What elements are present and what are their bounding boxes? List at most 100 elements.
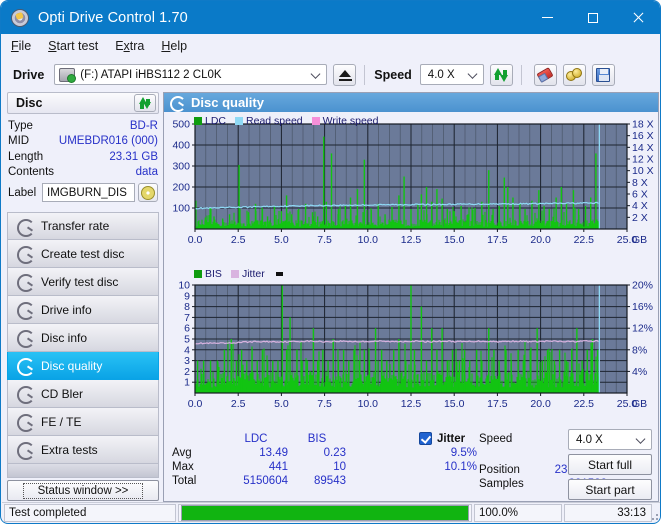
- disc-label-icon-button[interactable]: [138, 183, 158, 202]
- close-button[interactable]: [615, 1, 660, 34]
- status-window-button[interactable]: Status window >>: [7, 480, 159, 501]
- menu-extra-rest: tra: [129, 39, 145, 53]
- disc-info-row-contents: Contents data: [8, 165, 158, 181]
- legend-label-jitter: Jitter: [241, 268, 265, 280]
- svg-text:8 X: 8 X: [632, 177, 648, 189]
- left-panel: Disc Type BD-R MID UMEBDR016 (000) Lengt…: [2, 91, 160, 503]
- stats-avg-ldc: 13.49: [259, 447, 288, 459]
- disc-info-row-mid: MID UMEBDR016 (000): [8, 134, 158, 150]
- svg-text:10.0: 10.0: [358, 234, 379, 246]
- main-panel: Disc quality LDC Read speed Write speed …: [163, 92, 659, 502]
- speed-label: Speed: [374, 67, 412, 82]
- marker-icon: [275, 272, 283, 276]
- svg-text:7.5: 7.5: [317, 234, 332, 246]
- status-window-label: Status window >>: [22, 482, 144, 499]
- opti-drive-control-window: Opti Drive Control 1.70 File Start test …: [0, 0, 661, 524]
- sidebar-item-create-test-disc[interactable]: Create test disc: [7, 240, 159, 268]
- svg-text:20.0: 20.0: [530, 234, 551, 246]
- app-disc-icon: [11, 8, 29, 27]
- svg-text:8: 8: [184, 301, 190, 313]
- svg-text:12 X: 12 X: [632, 154, 654, 166]
- disc-refresh-button[interactable]: [134, 94, 156, 112]
- svg-text:400: 400: [172, 140, 190, 152]
- legend-swatch-jitter: [230, 270, 239, 278]
- legend-entry-bis: BIS: [194, 268, 222, 280]
- bitsetting-button[interactable]: [562, 63, 586, 86]
- disc-test-icon: [16, 218, 35, 237]
- page-title: Disc quality: [191, 95, 264, 110]
- drive-toolbar: Drive (F:) ATAPI iHBS112 2 CL0K Speed 4.…: [2, 58, 660, 91]
- disc-test-icon: [16, 246, 35, 264]
- stats-total-ldc: 5150604: [243, 475, 288, 487]
- refresh-button[interactable]: [489, 63, 513, 86]
- minimize-button[interactable]: [525, 1, 570, 34]
- svg-text:20%: 20%: [632, 280, 653, 292]
- menu-item-file[interactable]: File: [11, 39, 31, 53]
- disc-label-key: Label: [8, 186, 37, 199]
- sidebar-item-fe-te[interactable]: FE / TE: [7, 408, 159, 436]
- floppy-save-icon: [596, 67, 611, 82]
- start-full-button[interactable]: Start full: [568, 454, 652, 475]
- svg-text:1: 1: [184, 377, 190, 389]
- maximize-button[interactable]: [570, 1, 615, 34]
- sidebar-item-cd-bler[interactable]: CD Bler: [7, 380, 159, 408]
- svg-text:4: 4: [184, 344, 190, 356]
- legend-entry-ldc: LDC: [194, 115, 226, 127]
- legend-label-bis: BIS: [205, 268, 222, 280]
- menu-file-rest: ile: [18, 39, 32, 53]
- disc-info-key: MID: [8, 135, 30, 148]
- menu-item-extra[interactable]: Extra: [115, 39, 144, 53]
- menu-item-help[interactable]: Help: [161, 39, 187, 53]
- erase-button[interactable]: [533, 63, 557, 86]
- save-button[interactable]: [591, 63, 615, 86]
- jitter-label: Jitter: [437, 432, 466, 445]
- progress-bar: [181, 504, 469, 521]
- disc-test-icon: [16, 358, 35, 376]
- menu-help-rest: elp: [170, 39, 188, 53]
- disc-label-field[interactable]: IMGBURN_DIS: [42, 183, 135, 202]
- svg-text:15.0: 15.0: [444, 234, 465, 246]
- toolbar-divider-2: [520, 64, 522, 85]
- eject-icon: [338, 70, 351, 77]
- eject-button[interactable]: [333, 63, 357, 86]
- disc-test-icon: [16, 414, 35, 432]
- start-part-button[interactable]: Start part: [568, 479, 652, 500]
- stats-row-total-label: Total: [172, 475, 197, 487]
- disc-info-value: data: [135, 166, 158, 179]
- sidebar-item-extra-tests[interactable]: Extra tests: [7, 436, 159, 464]
- jitter-checkbox[interactable]: [419, 432, 432, 445]
- svg-text:7.5: 7.5: [317, 398, 332, 410]
- ldc-chart-legend: LDC Read speed Write speed: [194, 115, 384, 127]
- disc-info-value: BD-R: [129, 119, 158, 132]
- resize-grip-icon[interactable]: [648, 510, 658, 520]
- sidebar-item-transfer-rate[interactable]: Transfer rate: [7, 212, 159, 240]
- speed-select[interactable]: 4.0 X: [419, 64, 484, 85]
- stats-header-bis: BIS: [307, 433, 327, 445]
- disc-info-row-type: Type BD-R: [8, 118, 158, 134]
- sidebar-item-verify-test-disc[interactable]: Verify test disc: [7, 268, 159, 296]
- menu-item-start-test[interactable]: Start test: [48, 39, 98, 53]
- main-panel-header: Disc quality: [164, 93, 658, 112]
- stats-row-max-label: Max: [172, 461, 194, 473]
- svg-text:2.5: 2.5: [231, 234, 246, 246]
- statistics-panel: LDC BIS Avg 13.49 0.23 Max 441 10 Total …: [164, 429, 658, 501]
- sidebar-item-disc-info[interactable]: Disc info: [7, 324, 159, 352]
- svg-text:100: 100: [172, 203, 190, 215]
- sidebar-item-disc-quality[interactable]: Disc quality: [7, 352, 159, 380]
- test-speed-select[interactable]: 4.0 X: [568, 429, 652, 450]
- test-speed-value: 4.0 X: [576, 433, 603, 446]
- sidebar-item-label: Transfer rate: [41, 219, 110, 233]
- sidebar-item-drive-info[interactable]: Drive info: [7, 296, 159, 324]
- legend-swatch-bis: [194, 270, 202, 278]
- sidebar-item-label: FE / TE: [41, 414, 82, 429]
- svg-text:GB: GB: [632, 398, 647, 410]
- minimize-icon: [542, 17, 553, 18]
- refresh-icon: [139, 97, 151, 109]
- nav-list: Transfer rate Create test disc Verify te…: [7, 212, 159, 464]
- window-title: Opti Drive Control 1.70: [38, 9, 188, 26]
- drive-select[interactable]: (F:) ATAPI iHBS112 2 CL0K: [54, 64, 328, 85]
- jitter-max-value: 10.1%: [444, 461, 477, 473]
- progress-bar-fill: [182, 505, 468, 520]
- sidebar-item-label: Drive info: [41, 302, 92, 317]
- svg-text:10: 10: [178, 280, 190, 292]
